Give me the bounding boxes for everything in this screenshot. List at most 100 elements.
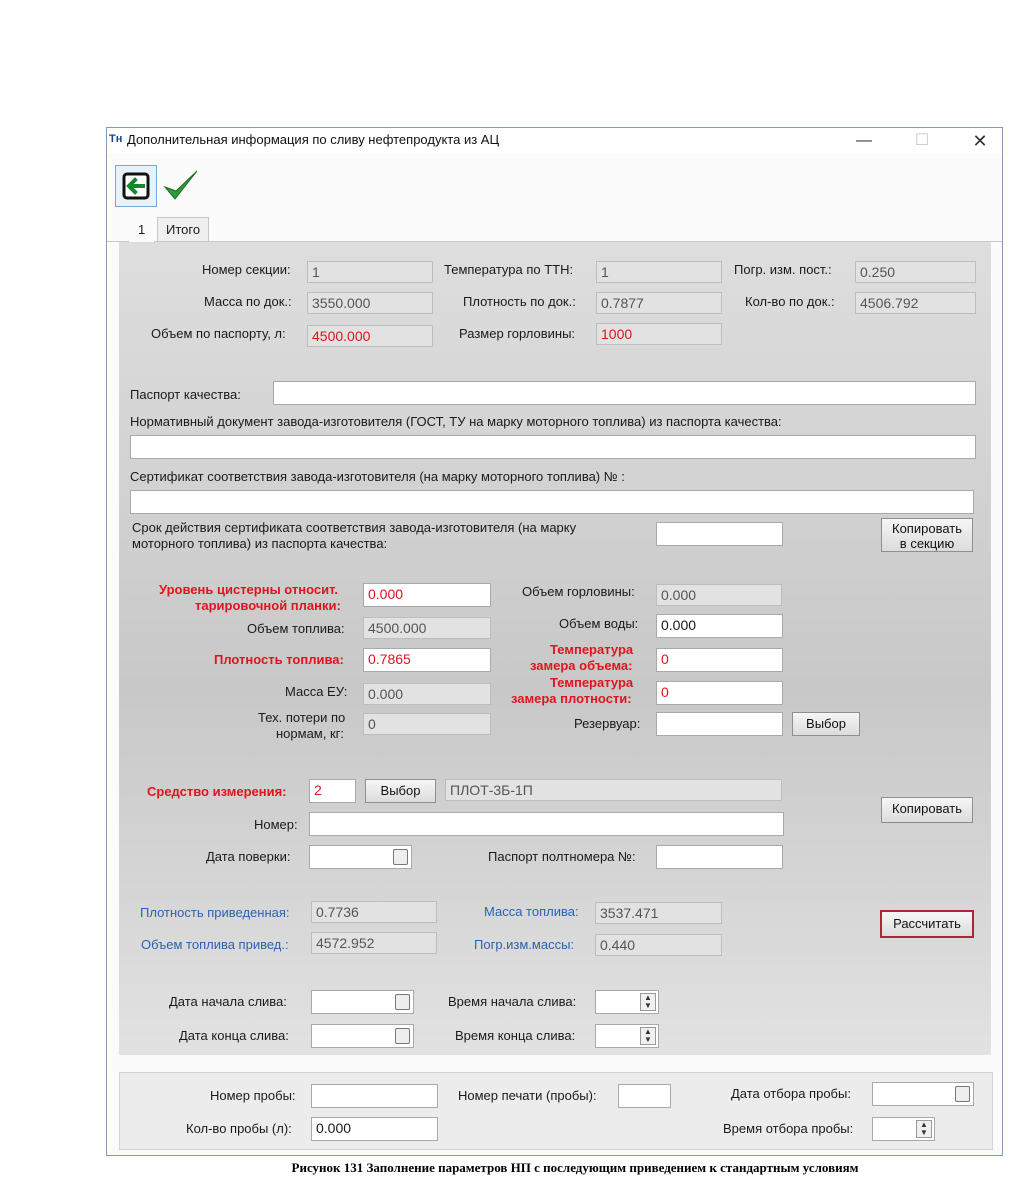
dialog-window: Тн Дополнительная информация по сливу не…	[106, 127, 1003, 1156]
maximize-button[interactable]: ☐	[900, 128, 944, 154]
instrument-select-button[interactable]: Выбор	[365, 779, 436, 803]
fuel-density-label: Плотность топлива:	[214, 652, 344, 667]
app-logo-icon: Тн	[109, 133, 123, 145]
fuel-volume-field: 4500.000	[363, 617, 491, 639]
calculate-button[interactable]: Рассчитать	[880, 910, 974, 938]
window-title: Дополнительная информация по сливу нефте…	[127, 132, 500, 147]
doc-mass-field: 3550.000	[307, 292, 433, 314]
calendar-icon[interactable]	[393, 849, 408, 865]
sample-quantity-label: Кол-во пробы (л):	[186, 1121, 292, 1136]
spinner-icon[interactable]: ▲ ▼	[640, 1027, 656, 1045]
copy-instrument-button[interactable]: Копировать	[881, 797, 973, 823]
tech-loss-field: 0	[363, 713, 491, 735]
certificate-validity-label-2: моторного топлива) из паспорта качества:	[132, 536, 388, 551]
exit-button[interactable]	[115, 165, 157, 207]
sample-quantity-input[interactable]: 0.000	[311, 1117, 438, 1141]
reduced-volume-label: Объем топлива привед.:	[141, 937, 289, 952]
copy-to-section-label: Копировать	[892, 521, 962, 536]
tank-level-label: Уровень цистерны относит.	[159, 582, 338, 597]
tech-loss-label: Тех. потери по	[258, 710, 346, 725]
calendar-icon[interactable]	[955, 1086, 970, 1102]
ttn-temperature-label: Температура по ТТН:	[444, 262, 574, 277]
seal-number-label: Номер печати (пробы):	[458, 1088, 597, 1103]
spinner-icon[interactable]: ▲ ▼	[640, 993, 656, 1011]
instrument-number-label: Номер:	[254, 817, 298, 832]
tank-level-input[interactable]: 0.000	[363, 583, 491, 607]
reduced-density-label: Плотность приведенная:	[140, 905, 290, 920]
density-temperature-label: Температура	[550, 675, 634, 690]
sample-number-label: Номер пробы:	[210, 1088, 296, 1103]
figure-caption: Рисунок 131 Заполнение параметров НП с п…	[291, 1160, 859, 1175]
verification-date-picker[interactable]	[309, 845, 412, 869]
sample-date-picker[interactable]	[872, 1082, 974, 1106]
drain-start-date-picker[interactable]	[311, 990, 414, 1014]
fuel-mass-label: Масса топлива:	[484, 904, 579, 919]
mass-error-field: 0.440	[595, 934, 722, 956]
section-number-field: 1	[307, 261, 433, 283]
calendar-icon[interactable]	[395, 1028, 410, 1044]
instrument-code-input[interactable]: 2	[309, 779, 356, 803]
copy-to-section-label-2: в секцию	[899, 536, 955, 551]
normative-document-input[interactable]	[130, 435, 976, 459]
apply-button[interactable]	[161, 165, 201, 205]
doc-density-label: Плотность по док.:	[463, 294, 576, 309]
measurement-error-field: 0.250	[855, 261, 976, 283]
reservoir-select-button[interactable]: Выбор	[792, 712, 860, 736]
section-number-label: Номер секции:	[202, 262, 291, 277]
certificate-input[interactable]	[130, 490, 974, 514]
passport-volume-label: Объем по паспорту, л:	[151, 326, 286, 341]
reservoir-input[interactable]	[656, 712, 783, 736]
title-bar: Тн Дополнительная информация по сливу не…	[107, 128, 1002, 154]
meter-passport-input[interactable]	[656, 845, 783, 869]
certificate-label: Сертификат соответствия завода-изготовит…	[130, 469, 625, 484]
exit-icon	[122, 172, 150, 200]
copy-to-section-button[interactable]: Копировать в секцию	[881, 518, 973, 552]
instrument-label: Средство измерения:	[147, 784, 287, 799]
neck-size-field: 1000	[596, 323, 722, 345]
tab-total[interactable]: Итого	[157, 217, 210, 241]
drain-end-date-picker[interactable]	[311, 1024, 414, 1048]
neck-size-label: Размер горловины:	[459, 326, 576, 341]
close-button[interactable]: ✕	[958, 128, 1002, 154]
meter-passport-label: Паспорт полтномера №:	[488, 849, 636, 864]
tech-loss-label-2: нормам, кг:	[276, 726, 345, 741]
doc-quantity-field: 4506.792	[855, 292, 976, 314]
fuel-mass-field: 3537.471	[595, 902, 722, 924]
water-volume-input[interactable]: 0.000	[656, 614, 783, 638]
doc-mass-label: Масса по док.:	[204, 294, 292, 309]
neck-volume-field: 0.000	[656, 584, 782, 606]
volume-temperature-label-2: замера объема:	[530, 658, 633, 673]
neck-volume-label: Объем горловины:	[522, 584, 635, 599]
seal-number-input[interactable]	[618, 1084, 671, 1108]
doc-density-field: 0.7877	[596, 292, 722, 314]
volume-temperature-input[interactable]: 0	[656, 648, 783, 672]
drain-end-date-label: Дата конца слива:	[179, 1028, 289, 1043]
eu-mass-label: Масса ЕУ:	[285, 684, 348, 699]
density-temperature-input[interactable]: 0	[656, 681, 783, 705]
drain-start-time-picker[interactable]: ▲ ▼	[595, 990, 659, 1014]
fuel-density-input[interactable]: 0.7865	[363, 648, 491, 672]
certificate-validity-input[interactable]	[656, 522, 783, 546]
spinner-icon[interactable]: ▲ ▼	[916, 1120, 932, 1138]
density-temperature-label-2: замера плотности:	[511, 691, 632, 706]
sample-time-picker[interactable]: ▲ ▼	[872, 1117, 935, 1141]
tab-strip: 1 Итого	[107, 217, 1002, 242]
instrument-name-field: ПЛОТ-3Б-1П	[445, 779, 782, 801]
minimize-button[interactable]: —	[842, 128, 886, 154]
instrument-number-input[interactable]	[309, 812, 784, 836]
certificate-validity-label: Срок действия сертификата соответствия з…	[132, 520, 577, 535]
quality-passport-label: Паспорт качества:	[130, 387, 241, 402]
reduced-volume-field: 4572.952	[311, 932, 437, 954]
quality-passport-input[interactable]	[273, 381, 976, 405]
sample-number-input[interactable]	[311, 1084, 438, 1108]
calendar-icon[interactable]	[395, 994, 410, 1010]
reservoir-label: Резервуар:	[574, 716, 641, 731]
eu-mass-field: 0.000	[363, 683, 491, 705]
drain-start-time-label: Время начала слива:	[448, 994, 577, 1009]
checkmark-icon	[163, 170, 198, 200]
drain-end-time-picker[interactable]: ▲ ▼	[595, 1024, 659, 1048]
sample-panel: Номер пробы: Номер печати (пробы): Дата …	[119, 1072, 993, 1150]
tab-section-1[interactable]: 1	[129, 217, 155, 242]
volume-temperature-label: Температура	[550, 642, 634, 657]
tank-level-label-2: тарировочной планки:	[195, 598, 341, 613]
